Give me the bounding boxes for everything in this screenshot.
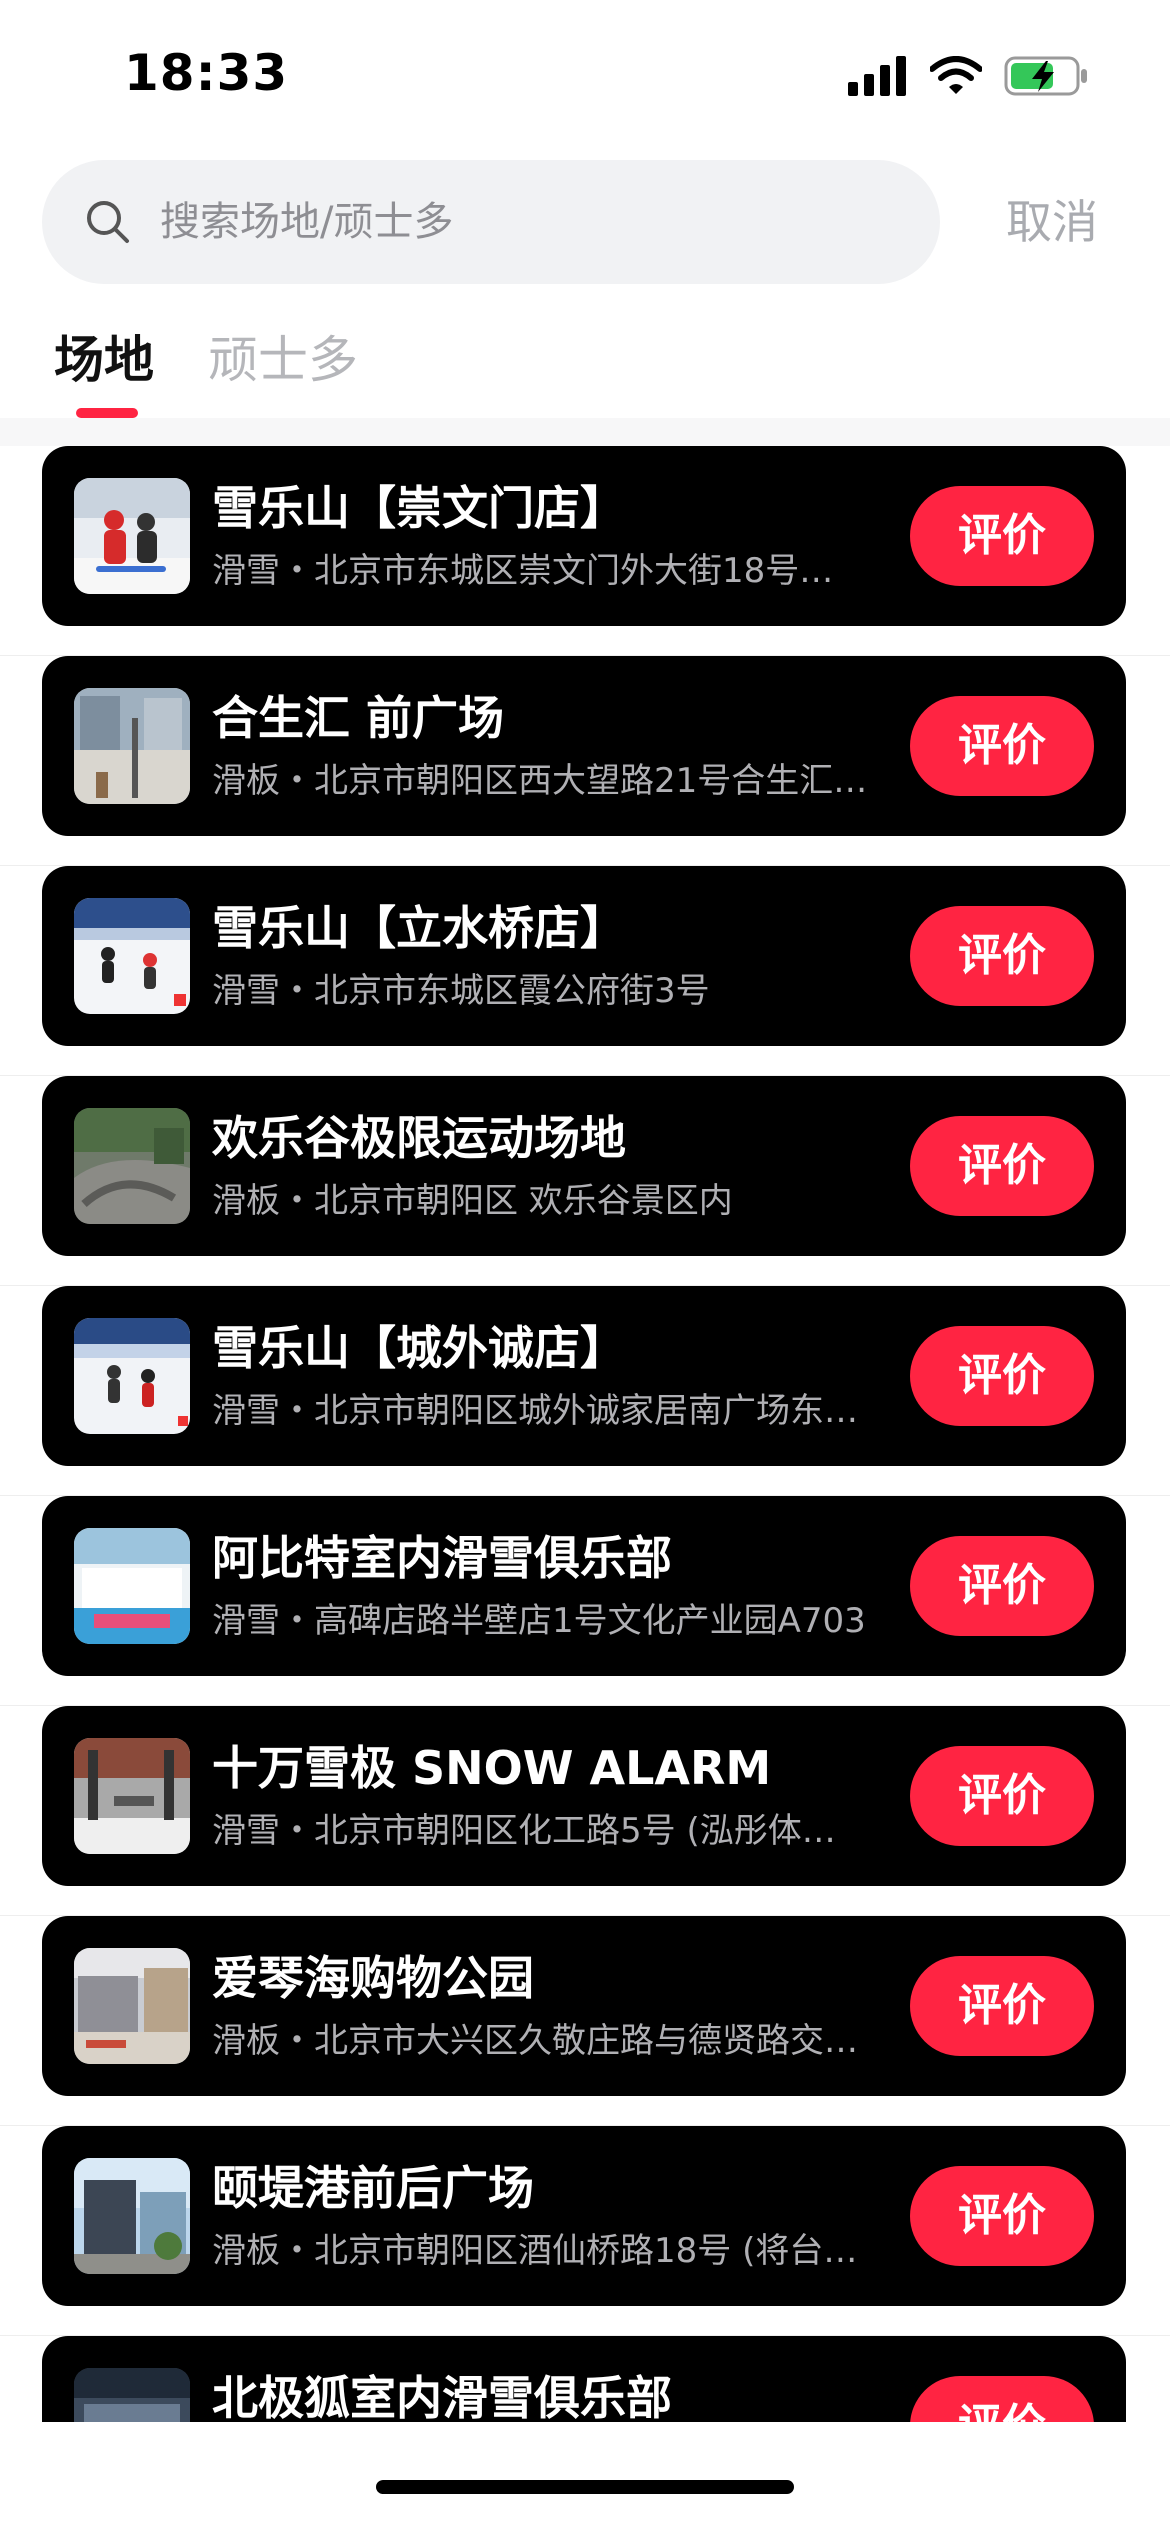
venue-name: 雪乐山【立水桥店】 [212,901,626,955]
rate-button[interactable]: 评价 [910,2166,1094,2266]
venue-list-item[interactable]: 雪乐山【城外诚店】 滑雪・北京市朝阳区城外诚家居南广场东… 评价 [0,1286,1170,1496]
venue-description: 滑板・北京市大兴区久敬庄路与德贤路交… [212,2021,858,2061]
tab-wanshiduo[interactable]: 顽士多 [208,320,358,400]
venue-name: 北极狐室内滑雪俱乐部 [212,2371,672,2422]
venue-thumbnail [74,688,190,804]
search-icon [84,198,132,246]
active-tab-indicator [76,408,138,418]
venue-list-item[interactable]: 十万雪极 SNOW ALARM 滑雪・北京市朝阳区化工路5号 (泓彤体… 评价 [0,1706,1170,1916]
venue-card[interactable]: 雪乐山【城外诚店】 滑雪・北京市朝阳区城外诚家居南广场东… 评价 [42,1286,1126,1466]
venue-card[interactable]: 阿比特室内滑雪俱乐部 滑雪・高碑店路半壁店1号文化产业园A703 评价 [42,1496,1126,1676]
venue-name: 十万雪极 SNOW ALARM [212,1741,772,1795]
venue-list-item[interactable]: 北极狐室内滑雪俱乐部 评价 [0,2336,1170,2422]
venue-thumbnail [74,1738,190,1854]
search-row: 取消 [0,160,1170,284]
venue-description: 滑板・北京市朝阳区 欢乐谷景区内 [212,1181,733,1221]
venue-thumbnail [74,1318,190,1434]
rate-button[interactable]: 评价 [910,1956,1094,2056]
venue-thumbnail [74,1948,190,2064]
rate-button[interactable]: 评价 [910,696,1094,796]
venue-card[interactable]: 雪乐山【崇文门店】 滑雪・北京市东城区崇文门外大街18号… 评价 [42,446,1126,626]
venue-name: 雪乐山【崇文门店】 [212,481,626,535]
venue-list-item[interactable]: 阿比特室内滑雪俱乐部 滑雪・高碑店路半壁店1号文化产业园A703 评价 [0,1496,1170,1706]
venue-name: 雪乐山【城外诚店】 [212,1321,626,1375]
rate-button[interactable]: 评价 [910,906,1094,1006]
venue-list-item[interactable]: 雪乐山【立水桥店】 滑雪・北京市东城区霞公府街3号 评价 [0,866,1170,1076]
venue-card[interactable]: 爱琴海购物公园 滑板・北京市大兴区久敬庄路与德贤路交… 评价 [42,1916,1126,2096]
rate-button[interactable]: 评价 [910,1536,1094,1636]
venue-description: 滑雪・北京市东城区霞公府街3号 [212,971,710,1011]
venue-description: 滑板・北京市朝阳区酒仙桥路18号 (将台… [212,2231,858,2271]
status-bar: 18:33 [0,0,1170,150]
venue-card[interactable]: 雪乐山【立水桥店】 滑雪・北京市东城区霞公府街3号 评价 [42,866,1126,1046]
venue-description: 滑雪・北京市东城区崇文门外大街18号… [212,551,834,591]
venue-thumbnail [74,2158,190,2274]
battery-charging-icon [1004,55,1090,101]
venue-description: 滑雪・高碑店路半壁店1号文化产业园A703 [212,1601,866,1641]
venue-list-item[interactable]: 欢乐谷极限运动场地 滑板・北京市朝阳区 欢乐谷景区内 评价 [0,1076,1170,1286]
venue-list-item[interactable]: 爱琴海购物公园 滑板・北京市大兴区久敬庄路与德贤路交… 评价 [0,1916,1170,2126]
search-input[interactable] [160,160,900,284]
venue-list-item[interactable]: 合生汇 前广场 滑板・北京市朝阳区西大望路21号合生汇… 评价 [0,656,1170,866]
venue-list: 雪乐山【崇文门店】 滑雪・北京市东城区崇文门外大街18号… 评价 合生汇 前广场… [0,446,1170,2422]
home-indicator[interactable] [376,2480,794,2494]
venue-name: 欢乐谷极限运动场地 [212,1111,626,1165]
rate-button[interactable]: 评价 [910,1116,1094,1216]
cellular-signal-icon [848,56,908,100]
venue-thumbnail [74,478,190,594]
venue-description: 滑雪・北京市朝阳区城外诚家居南广场东… [212,1391,858,1431]
venue-description: 滑板・北京市朝阳区西大望路21号合生汇… [212,761,868,801]
rate-button[interactable]: 评价 [910,1326,1094,1426]
search-box[interactable] [42,160,940,284]
venue-thumbnail [74,898,190,1014]
status-time: 18:33 [124,44,289,102]
venue-name: 颐堤港前后广场 [212,2161,534,2215]
venue-card[interactable]: 欢乐谷极限运动场地 滑板・北京市朝阳区 欢乐谷景区内 评价 [42,1076,1126,1256]
venue-card[interactable]: 北极狐室内滑雪俱乐部 评价 [42,2336,1126,2422]
rate-button[interactable]: 评价 [910,486,1094,586]
venue-name: 阿比特室内滑雪俱乐部 [212,1531,672,1585]
cancel-button[interactable]: 取消 [1006,190,1098,254]
venue-thumbnail [74,1108,190,1224]
rate-button[interactable]: 评价 [910,2376,1094,2422]
venue-list-item[interactable]: 颐堤港前后广场 滑板・北京市朝阳区酒仙桥路18号 (将台… 评价 [0,2126,1170,2336]
tab-venues[interactable]: 场地 [54,320,154,400]
venue-name: 合生汇 前广场 [212,691,505,745]
venue-thumbnail [74,2368,190,2422]
venue-thumbnail [74,1528,190,1644]
wifi-icon [929,56,983,100]
status-icons [848,54,1090,102]
venue-name: 爱琴海购物公园 [212,1951,534,2005]
venue-description: 滑雪・北京市朝阳区化工路5号 (泓彤体… [212,1811,836,1851]
section-divider [0,418,1170,446]
venue-list-item[interactable]: 雪乐山【崇文门店】 滑雪・北京市东城区崇文门外大街18号… 评价 [0,446,1170,656]
tab-bar: 场地 顽士多 [0,320,1170,420]
venue-card[interactable]: 十万雪极 SNOW ALARM 滑雪・北京市朝阳区化工路5号 (泓彤体… 评价 [42,1706,1126,1886]
venue-card[interactable]: 合生汇 前广场 滑板・北京市朝阳区西大望路21号合生汇… 评价 [42,656,1126,836]
venue-card[interactable]: 颐堤港前后广场 滑板・北京市朝阳区酒仙桥路18号 (将台… 评价 [42,2126,1126,2306]
rate-button[interactable]: 评价 [910,1746,1094,1846]
